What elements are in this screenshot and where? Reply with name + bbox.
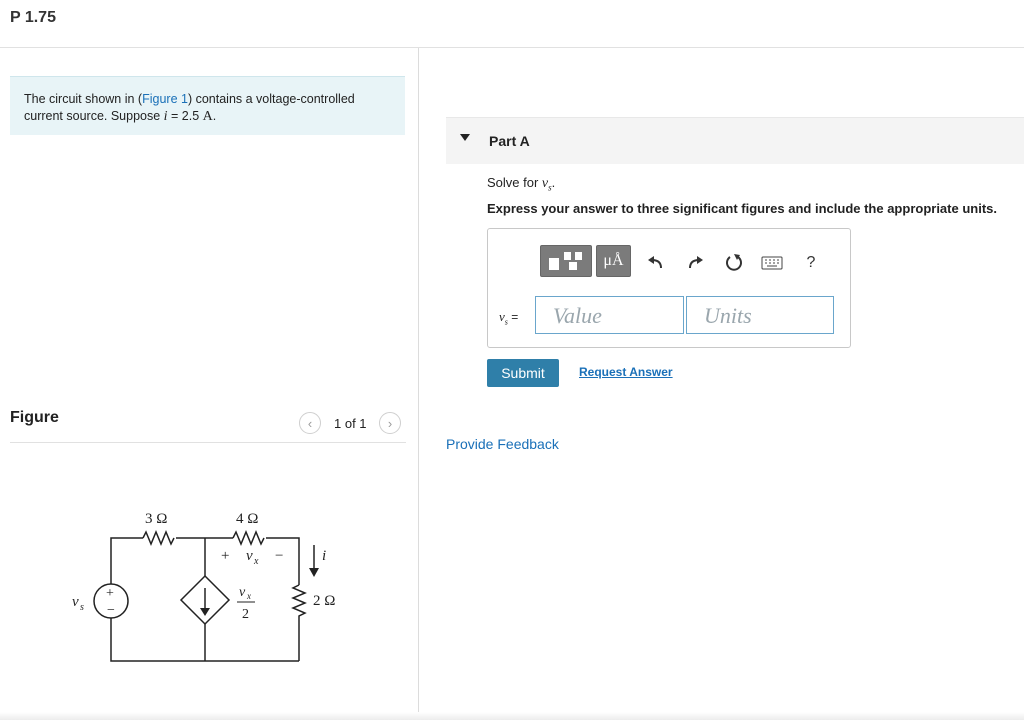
templates-icon [549, 252, 582, 270]
units-button[interactable]: μÅ [596, 245, 631, 277]
redo-icon [689, 256, 703, 269]
provide-feedback-link[interactable]: Provide Feedback [446, 436, 559, 452]
units-input[interactable]: Units [686, 296, 834, 334]
r3-label: 2 Ω [313, 593, 335, 609]
vs-label: v [72, 594, 79, 610]
undo-button[interactable] [644, 251, 668, 275]
vs-plus: + [106, 586, 114, 601]
vx-minus: − [275, 548, 283, 564]
prompt-end: . [551, 175, 556, 190]
part-a-label: Part A [489, 133, 530, 149]
circuit-diagram: 3 Ω 4 Ω 2 Ω + v x − i v x 2 v s + − [72, 511, 335, 662]
r1-label: 3 Ω [145, 511, 167, 527]
answer-eq: = [507, 310, 519, 324]
templates-button[interactable] [540, 245, 592, 277]
value-input[interactable]: Value [535, 296, 684, 334]
src-numerator-sub: x [246, 591, 251, 601]
help-button[interactable]: ? [799, 251, 823, 275]
pane-divider [418, 48, 419, 720]
src-numerator: v [239, 585, 246, 600]
answer-instruction: Express your answer to three significant… [487, 201, 997, 216]
bottom-shadow [0, 712, 1024, 720]
resistor-4-ohm [232, 530, 265, 546]
redo-button[interactable] [683, 251, 707, 275]
help-icon: ? [806, 254, 816, 271]
units-icon: μÅ [603, 252, 624, 269]
keyboard-button[interactable] [760, 251, 784, 275]
current-label: i [322, 548, 326, 564]
answer-label: vs = [499, 309, 518, 326]
prompt-text: Solve for [487, 175, 542, 190]
vx-sub: x [253, 556, 259, 567]
keyboard-icon [761, 256, 783, 270]
undo-icon [648, 256, 662, 269]
current-arrow-head [309, 568, 319, 577]
part-a-header[interactable] [446, 117, 1024, 164]
vs-minus: − [107, 603, 115, 618]
reset-icon [726, 254, 742, 271]
request-answer-link[interactable]: Request Answer [579, 365, 673, 379]
vx-plus: + [221, 548, 229, 564]
reset-button[interactable] [722, 251, 746, 275]
src-denominator: 2 [242, 607, 249, 622]
question-prompt: Solve for vs. [487, 175, 555, 193]
submit-button[interactable]: Submit [487, 359, 559, 387]
caret-down-icon[interactable] [460, 134, 470, 141]
vx-label: v [246, 548, 253, 564]
r2-label: 4 Ω [236, 511, 258, 527]
resistor-3-ohm [142, 530, 175, 546]
wire-left-top [110, 537, 143, 584]
vs-sub: s [80, 602, 84, 613]
resistor-2-ohm [291, 584, 307, 661]
